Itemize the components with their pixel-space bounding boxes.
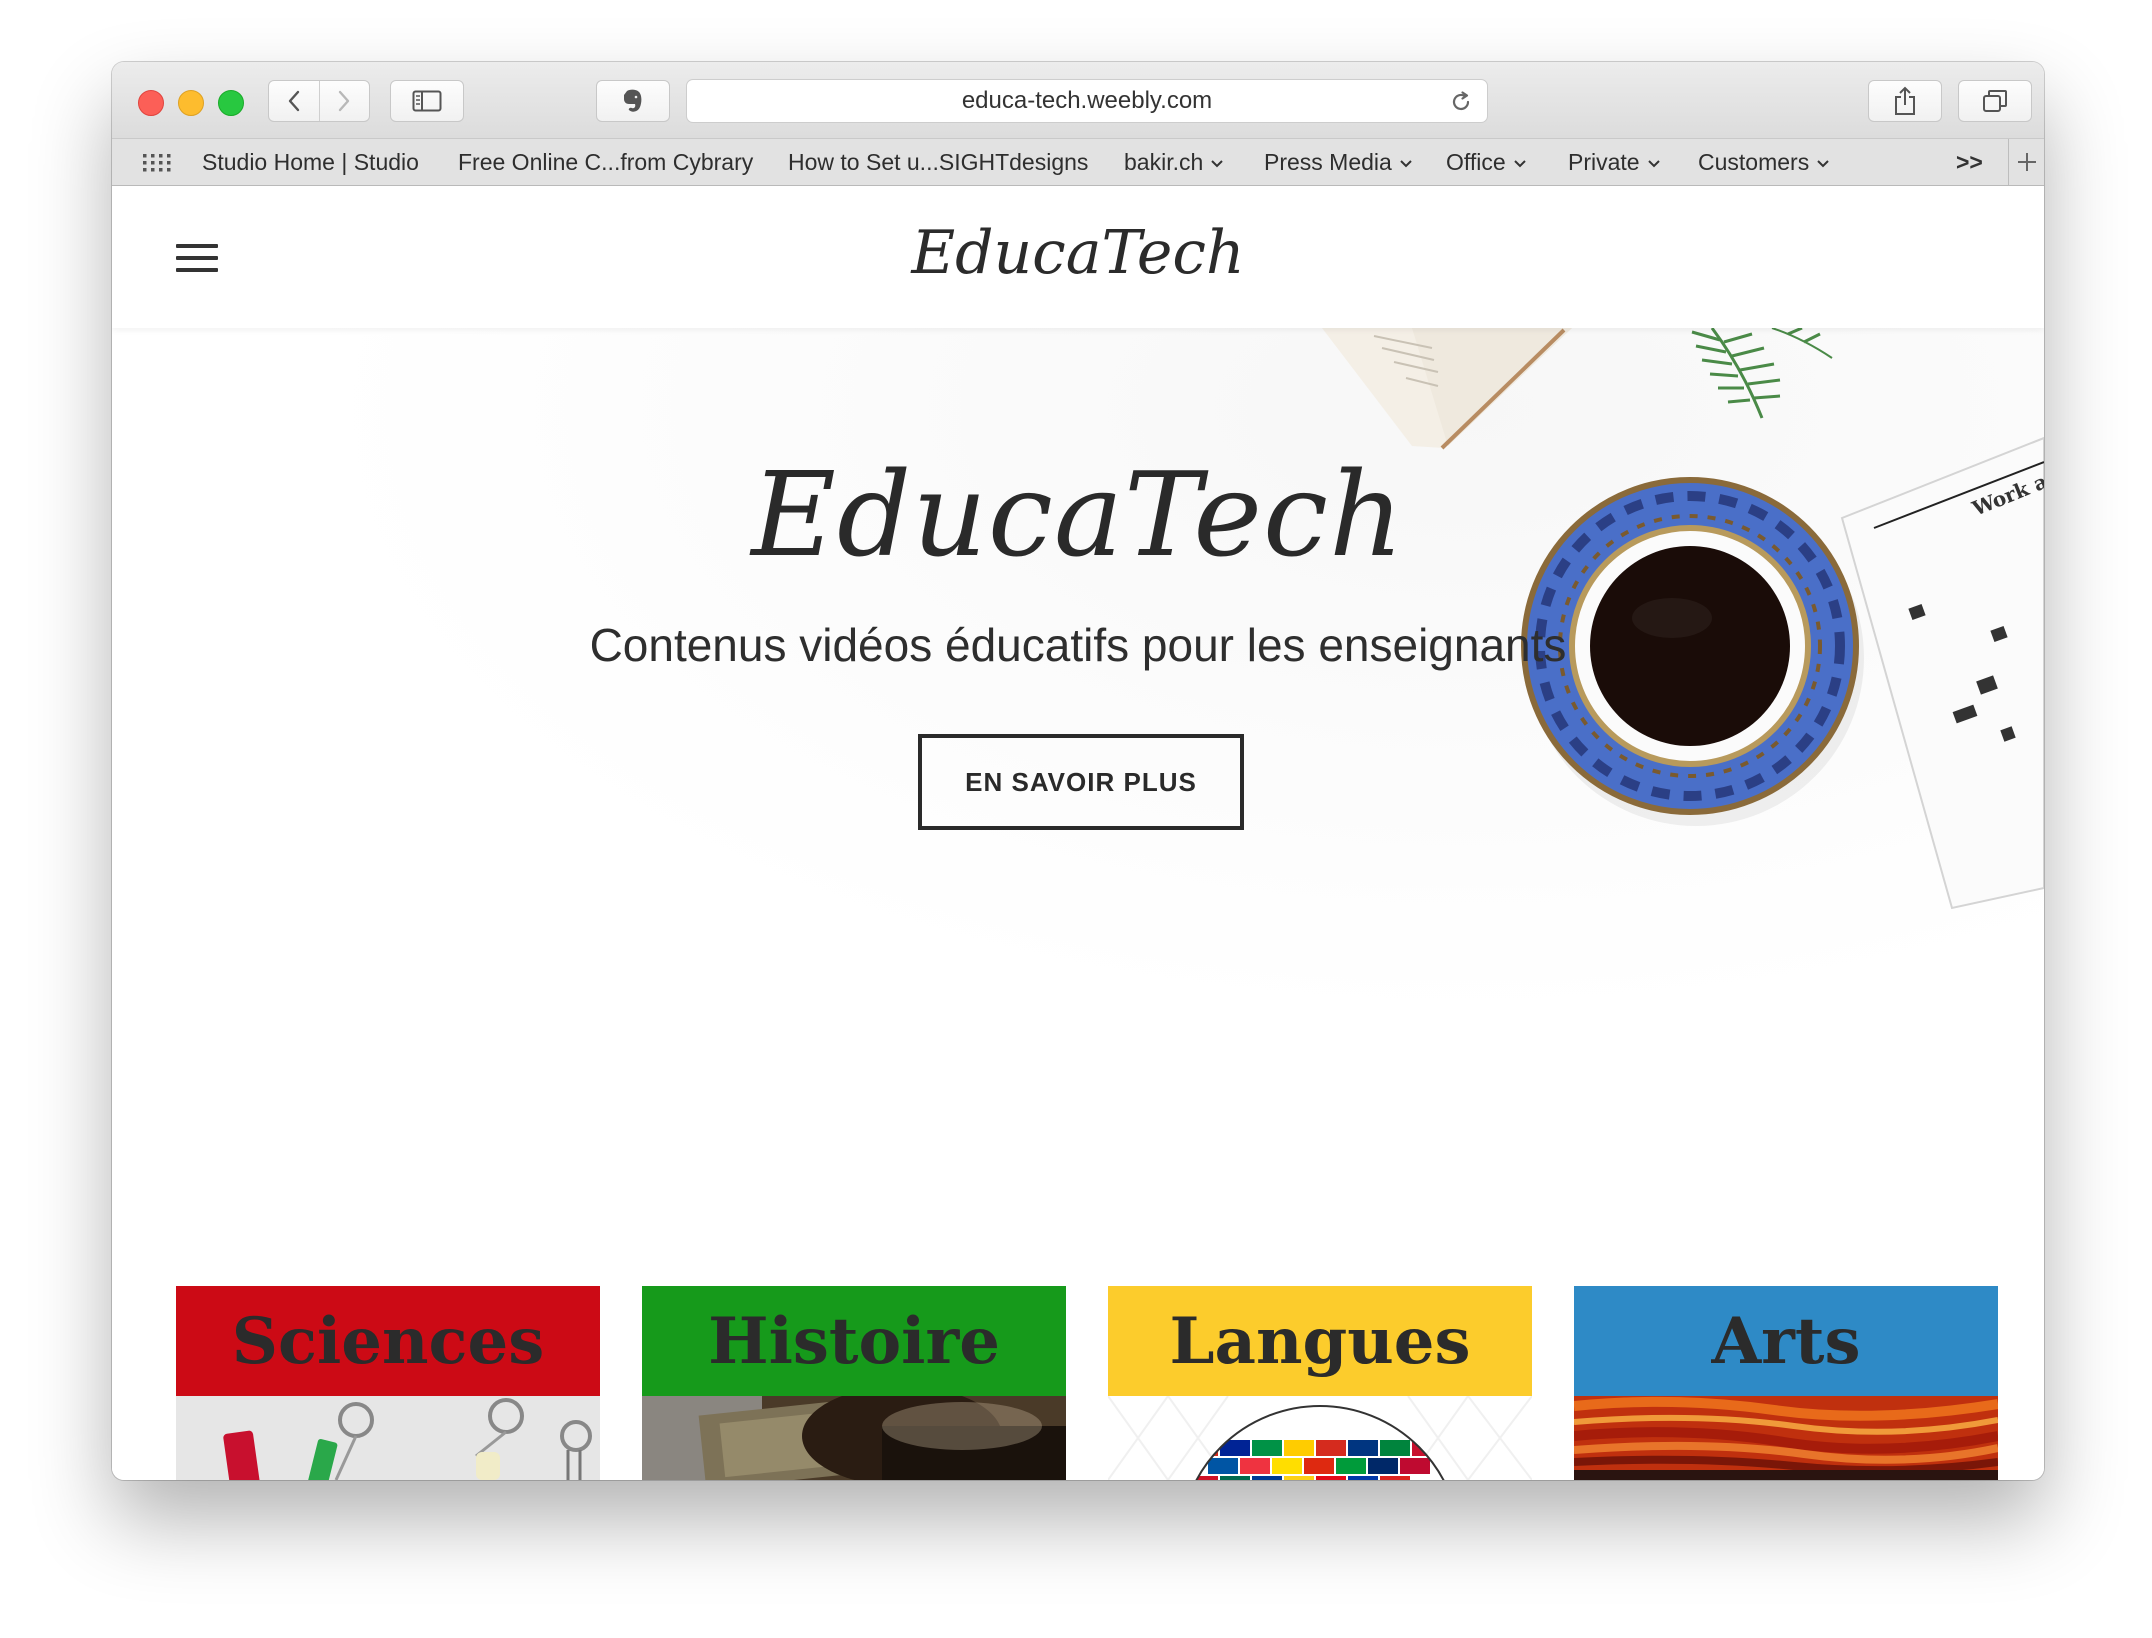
fern-decoration — [1691, 328, 1833, 419]
card-title: Langues — [1108, 1286, 1532, 1396]
category-card-sciences[interactable]: Sciences — [176, 1286, 600, 1480]
bookmark-label: Free Online C...from Cybrary — [458, 149, 754, 175]
browser-window: educa-tech.weebly.com Studio Home | Stud… — [112, 62, 2044, 1480]
hero-section: Work a Doub EducaTech Contenus vidéos éd… — [112, 328, 2044, 1128]
sidebar-icon — [412, 90, 442, 112]
card-title: Sciences — [176, 1286, 600, 1396]
sciences-image — [176, 1396, 600, 1480]
chevron-down-icon — [1817, 160, 1829, 168]
chevron-right-icon — [339, 90, 350, 112]
bookmark-cybrary[interactable]: Free Online C...from Cybrary — [458, 139, 753, 185]
bookmark-label: Office — [1446, 149, 1506, 175]
tab-overview-button[interactable] — [1958, 80, 2032, 122]
chevron-down-icon — [1513, 160, 1526, 168]
back-button[interactable] — [269, 81, 319, 121]
bookmark-folder-office[interactable]: Office — [1446, 139, 1527, 185]
chevron-down-icon — [1211, 160, 1223, 168]
tabs-icon — [1983, 90, 2007, 112]
url-text: educa-tech.weebly.com — [961, 87, 1213, 114]
card-title: Histoire — [642, 1286, 1066, 1396]
bookmarks-bar: Studio Home | Studio Free Online C...fro… — [112, 138, 2044, 186]
share-button[interactable] — [1868, 80, 1942, 122]
bookmark-sightdesigns[interactable]: How to Set u...SIGHTdesigns — [788, 139, 1088, 185]
arts-painting-image — [1574, 1396, 1998, 1480]
bookmark-folder-bakir[interactable]: bakir.ch — [1124, 139, 1224, 185]
hero-subtitle: Contenus vidéos éducatifs pour les ensei… — [589, 619, 1567, 671]
bookmark-folder-private[interactable]: Private — [1568, 139, 1661, 185]
minimize-window-button[interactable] — [178, 90, 204, 116]
site-header: EducaTech — [112, 186, 2044, 328]
bookmark-label: Customers — [1698, 149, 1810, 175]
sidebar-toggle-button[interactable] — [390, 80, 464, 122]
category-card-langues[interactable]: Langues — [1108, 1286, 1532, 1480]
close-window-button[interactable] — [138, 90, 164, 116]
bookmark-label: bakir.ch — [1124, 149, 1204, 175]
category-card-arts[interactable]: Arts — [1574, 1286, 1998, 1480]
new-tab-button[interactable] — [2008, 139, 2044, 185]
evernote-extension-button[interactable] — [596, 80, 670, 122]
bookmark-label: How to Set u...SIGHTdesigns — [788, 149, 1089, 175]
history-navigation — [268, 80, 370, 122]
learn-more-button[interactable]: EN SAVOIR PLUS — [918, 734, 1244, 830]
book-decoration — [1322, 328, 1572, 450]
hero-title: EducaTech — [751, 448, 1405, 583]
site-logo[interactable]: EducaTech — [112, 218, 2044, 288]
forward-button[interactable] — [318, 81, 370, 121]
chevron-left-icon — [288, 90, 299, 112]
zoom-window-button[interactable] — [218, 90, 244, 116]
more-bookmarks-button[interactable]: >> — [1956, 139, 1983, 185]
browser-toolbar: educa-tech.weebly.com — [112, 62, 2044, 138]
card-title: Arts — [1574, 1286, 1998, 1396]
web-page: EducaTech Work a EducaTech Contenus vidé… — [112, 186, 2044, 1480]
bookmark-studio-home[interactable]: Studio Home | Studio — [202, 139, 419, 185]
reload-icon[interactable] — [1449, 90, 1473, 114]
chevron-down-icon — [1647, 160, 1660, 168]
bookmark-label: Studio Home | Studio — [202, 149, 419, 175]
bookmark-folder-customers[interactable]: Customers — [1698, 139, 1830, 185]
share-icon — [1895, 86, 1915, 115]
chevron-down-icon — [1400, 160, 1412, 168]
apps-grid-icon[interactable] — [142, 153, 172, 173]
bookmark-folder-press-media[interactable]: Press Media — [1264, 139, 1413, 185]
plus-icon — [2018, 153, 2036, 171]
bookmark-label: Press Media — [1264, 149, 1392, 175]
bookmark-label: Private — [1568, 149, 1640, 175]
category-card-histoire[interactable]: Histoire — [642, 1286, 1066, 1480]
histoire-image — [642, 1396, 1066, 1480]
elephant-icon — [624, 89, 642, 112]
address-bar[interactable]: educa-tech.weebly.com — [686, 79, 1488, 123]
flags-globe-image — [1108, 1396, 1532, 1480]
